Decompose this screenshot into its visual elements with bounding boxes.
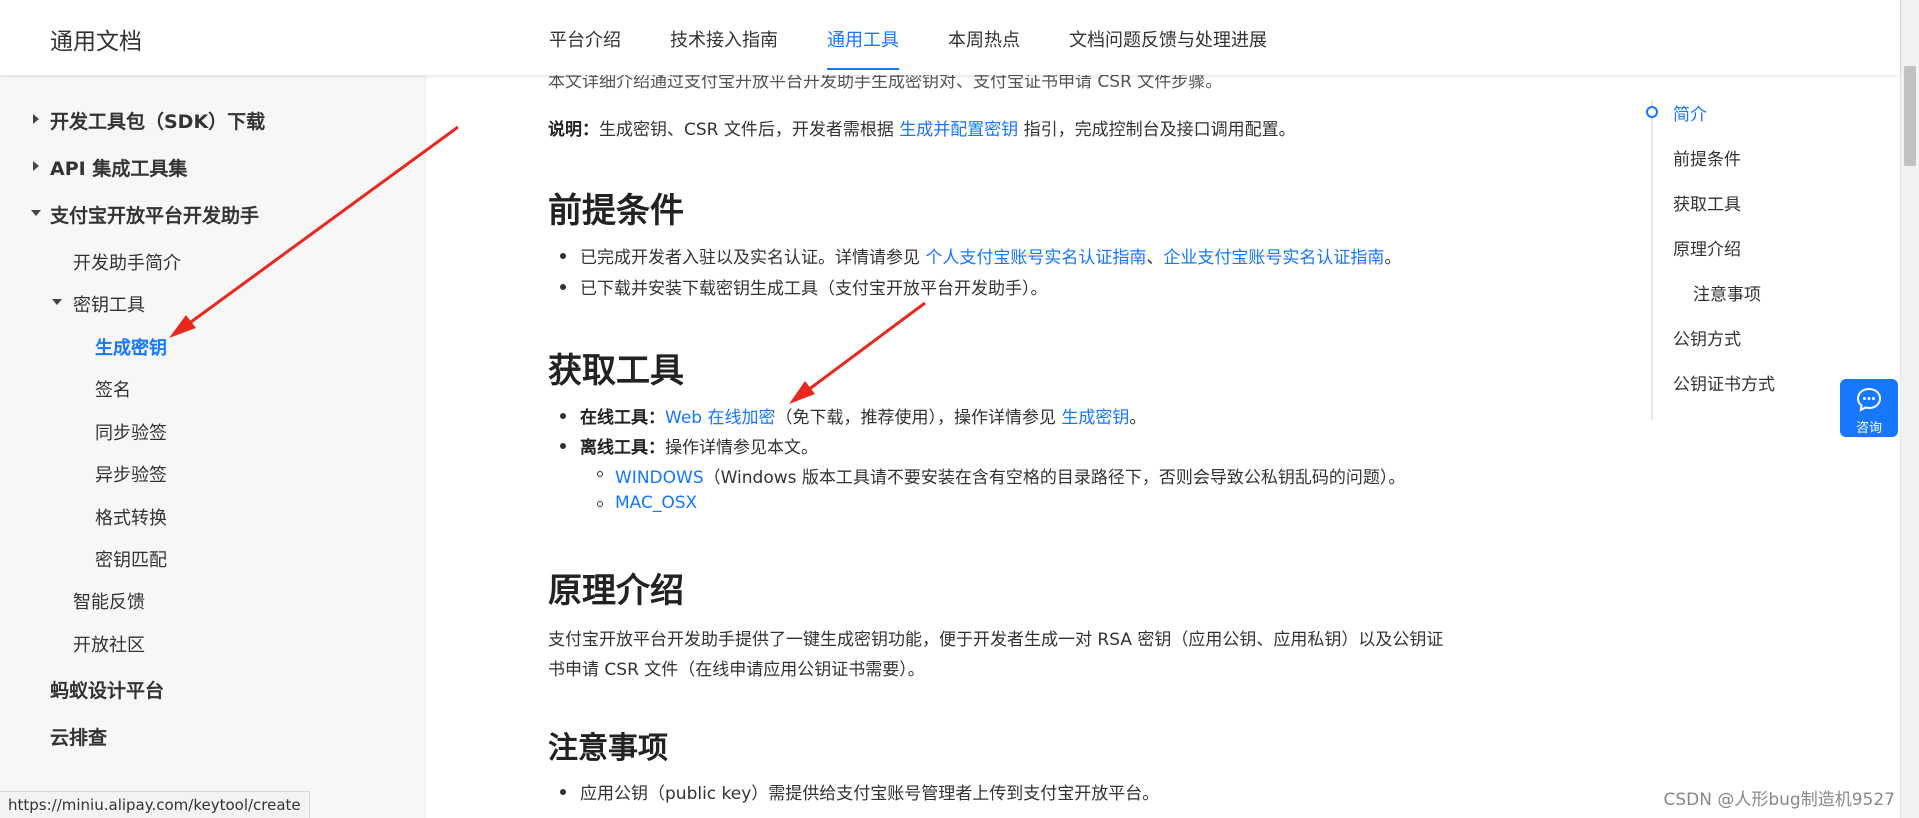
sidebar-item-sdk-download[interactable]: 开发工具包（SDK）下载 (50, 107, 265, 134)
toc-indicator-icon (1646, 106, 1658, 118)
sidebar-item-assistant-intro[interactable]: 开发助手简介 (73, 249, 181, 275)
link-generate-config-key[interactable]: 生成并配置密钥 (899, 120, 1018, 140)
link-web-online-encrypt[interactable]: Web 在线加密 (665, 408, 775, 428)
sidebar-item-sync-verify[interactable]: 同步验签 (95, 419, 167, 445)
note-label: 说明： (548, 120, 599, 140)
toc-item-prerequisites[interactable]: 前提条件 (1673, 145, 1741, 170)
list-item: 在线工具：Web 在线加密（免下载，推荐使用），操作详情参见 生成密钥。 (559, 403, 1147, 428)
online-tool-label: 在线工具： (580, 408, 665, 428)
windows-note: （Windows 版本工具请不要安装在含有空格的目录路径下，否则会导致公私钥乱码… (703, 468, 1406, 488)
chat-bubble-icon (1856, 387, 1882, 412)
link-windows[interactable]: WINDOWS (615, 468, 704, 488)
online-tool-text: （免下载，推荐使用），操作详情参见 (775, 408, 1062, 428)
tab-platform-intro[interactable]: 平台介绍 (549, 26, 621, 70)
sidebar: 开发工具包（SDK）下载 API 集成工具集 支付宝开放平台开发助手 开发助手简… (0, 75, 426, 818)
page-scrollbar[interactable] (1900, 0, 1919, 818)
scrollbar-thumb[interactable] (1904, 66, 1916, 166)
tab-feedback-progress[interactable]: 文档问题反馈与处理进展 (1069, 26, 1267, 70)
note-text: 生成密钥、CSR 文件后，开发者需根据 (599, 120, 900, 140)
doc-content: 本文详细介绍通过支付宝开放平台开发助手生成密钥对、支付宝证书申请 CSR 文件步… (548, 72, 1518, 818)
link-enterprise-verify-guide[interactable]: 企业支付宝账号实名认证指南 (1163, 248, 1384, 268)
sidebar-item-key-tools[interactable]: 密钥工具 (73, 291, 145, 317)
sidebar-item-api-tools[interactable]: API 集成工具集 (50, 154, 187, 181)
caret-right-icon[interactable] (33, 161, 39, 171)
sidebar-item-key-match[interactable]: 密钥匹配 (95, 546, 167, 572)
link-personal-verify-guide[interactable]: 个人支付宝账号实名认证指南 (925, 248, 1146, 268)
sidebar-item-cloud-troubleshoot[interactable]: 云排查 (50, 723, 107, 750)
toc-item-public-key-mode[interactable]: 公钥方式 (1673, 325, 1741, 350)
online-end: 。 (1129, 408, 1147, 428)
toc-item-principle[interactable]: 原理介绍 (1673, 235, 1741, 260)
heading-get-tools: 获取工具 (548, 351, 684, 391)
heading-prerequisites: 前提条件 (548, 191, 684, 231)
tab-tech-guide[interactable]: 技术接入指南 (670, 26, 778, 70)
toc-item-get-tools[interactable]: 获取工具 (1673, 190, 1741, 215)
note-text-end: 指引，完成控制台及接口调用配置。 (1018, 120, 1296, 140)
sidebar-item-open-community[interactable]: 开放社区 (73, 631, 145, 657)
status-url: https://miniu.alipay.com/keytool/create (0, 791, 310, 818)
tab-weekly-hot[interactable]: 本周热点 (948, 26, 1020, 70)
tab-common-tools[interactable]: 通用工具 (827, 26, 899, 70)
offline-tool-label: 离线工具： (580, 438, 665, 458)
table-of-contents: 简介 前提条件 获取工具 原理介绍 注意事项 公钥方式 公钥证书方式 (1646, 100, 1853, 420)
heading-principle: 原理介绍 (548, 571, 684, 611)
toc-item-intro[interactable]: 简介 (1673, 100, 1707, 125)
separator: 、 (1146, 248, 1164, 268)
toc-item-public-key-cert-mode[interactable]: 公钥证书方式 (1673, 370, 1775, 395)
consult-label: 咨询 (1855, 421, 1882, 436)
sidebar-item-ant-design[interactable]: 蚂蚁设计平台 (50, 676, 164, 703)
sidebar-item-format-convert[interactable]: 格式转换 (95, 504, 167, 530)
bullet-text: 已完成开发者入驻以及实名认证。详情请参见 (580, 248, 926, 268)
toc-item-notes[interactable]: 注意事项 (1693, 280, 1761, 305)
sidebar-item-dev-assistant[interactable]: 支付宝开放平台开发助手 (50, 201, 259, 228)
top-nav: 平台介绍 技术接入指南 通用工具 本周热点 文档问题反馈与处理进展 (549, 26, 1316, 70)
sidebar-item-async-verify[interactable]: 异步验签 (95, 461, 167, 487)
sidebar-item-smart-feedback[interactable]: 智能反馈 (73, 588, 145, 614)
link-mac-osx[interactable]: MAC_OSX (615, 493, 697, 513)
heading-notes: 注意事项 (548, 731, 668, 766)
principle-line-2: 书申请 CSR 文件（在线申请应用公钥证书需要）。 (548, 660, 925, 680)
caret-down-icon[interactable] (31, 210, 41, 216)
list-item: MAC_OSX (596, 493, 697, 513)
offline-tool-text: 操作详情参见本文。 (665, 438, 818, 458)
caret-right-icon[interactable] (33, 114, 39, 124)
site-brand[interactable]: 通用文档 (50, 22, 142, 56)
list-item: 已下载并安装下载密钥生成工具（支付宝开放平台开发助手）。 (560, 274, 1048, 299)
principle-line-1: 支付宝开放平台开发助手提供了一键生成密钥功能，便于开发者生成一对 RSA 密钥（… (548, 630, 1444, 650)
list-item: 离线工具：操作详情参见本文。 (560, 433, 818, 458)
sidebar-item-generate-key[interactable]: 生成密钥 (95, 334, 167, 360)
bullet-end: 。 (1384, 248, 1402, 268)
list-item: 已完成开发者入驻以及实名认证。详情请参见 个人支付宝账号实名认证指南、企业支付宝… (559, 243, 1402, 268)
list-item: 应用公钥（public key）需提供给支付宝账号管理者上传到支付宝开放平台。 (559, 779, 1159, 804)
top-header: 通用文档 平台介绍 技术接入指南 通用工具 本周热点 文档问题反馈与处理进展 (0, 0, 1900, 75)
watermark-text: CSDN @人形bug制造机9527 (1663, 790, 1896, 810)
note-line: 说明：生成密钥、CSR 文件后，开发者需根据 生成并配置密钥 指引，完成控制台及… (548, 115, 1296, 140)
consult-button[interactable]: 咨询 (1840, 379, 1898, 437)
caret-down-icon[interactable] (52, 299, 62, 305)
sidebar-item-sign[interactable]: 签名 (95, 376, 131, 402)
link-generate-key[interactable]: 生成密钥 (1061, 408, 1129, 428)
list-item: WINDOWS（Windows 版本工具请不要安装在含有空格的目录路径下，否则会… (596, 463, 1406, 488)
